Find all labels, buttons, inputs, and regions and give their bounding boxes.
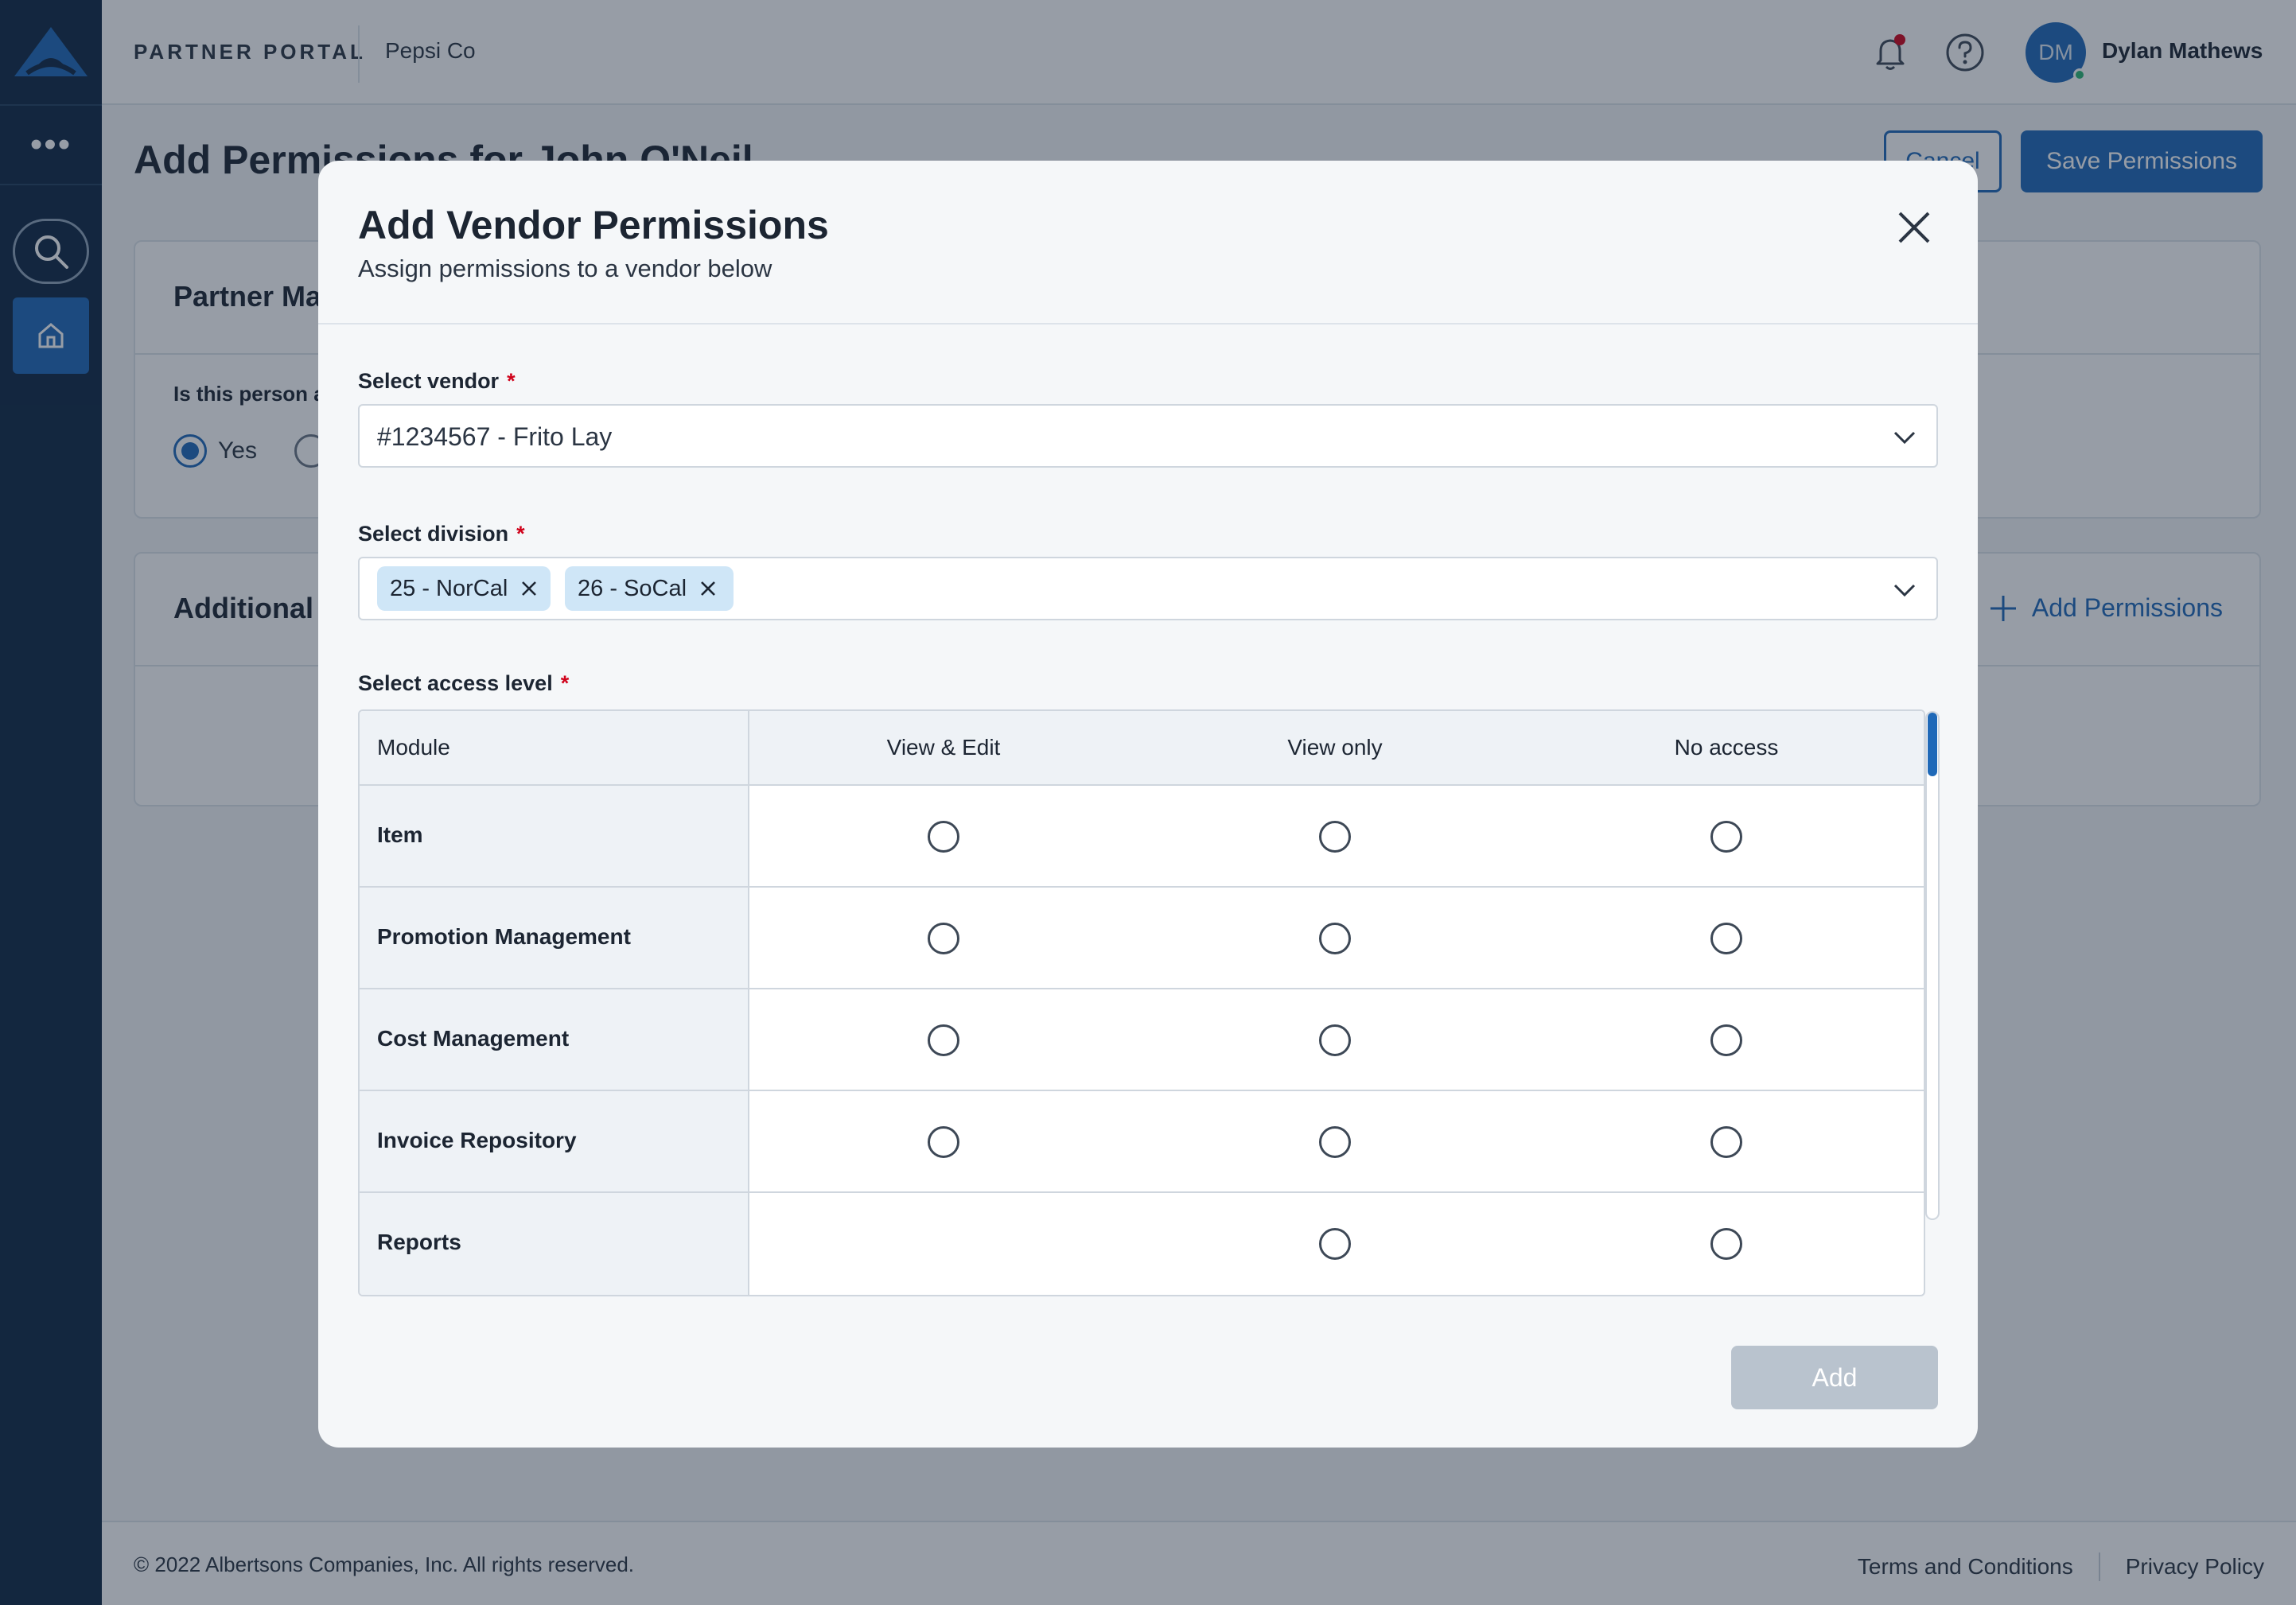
division-label: Select division * — [358, 522, 525, 546]
column-header-view-only: View only — [1287, 735, 1383, 760]
radio-view-only[interactable] — [1319, 1024, 1351, 1056]
chip-label: 25 - NorCal — [390, 575, 508, 601]
module-cell: Invoice Repository — [360, 1091, 748, 1191]
radio-view-edit[interactable] — [928, 821, 959, 853]
access-level-label: Select access level * — [358, 671, 569, 696]
radio-view-only[interactable] — [1319, 1126, 1351, 1158]
close-button[interactable] — [1890, 204, 1938, 251]
column-divider — [748, 711, 749, 1295]
vendor-select-value: #1234567 - Frito Lay — [377, 422, 613, 451]
add-button[interactable]: Add — [1731, 1346, 1938, 1409]
table-row: Invoice Repository — [360, 1091, 1924, 1193]
radio-view-edit[interactable] — [928, 1024, 959, 1056]
table-row: Cost Management — [360, 989, 1924, 1091]
vendor-label: Select vendor * — [358, 369, 516, 394]
column-header-no-access: No access — [1674, 735, 1779, 760]
access-level-label-text: Select access level — [358, 671, 553, 695]
module-cell: Promotion Management — [360, 888, 748, 988]
column-header-view-edit: View & Edit — [886, 735, 1001, 760]
module-name: Reports — [377, 1230, 461, 1254]
radio-view-edit[interactable] — [928, 1126, 959, 1158]
division-label-text: Select division — [358, 522, 509, 546]
radio-no-access[interactable] — [1710, 923, 1742, 954]
table-row: Item — [360, 786, 1924, 888]
modal-title: Add Vendor Permissions — [358, 203, 829, 247]
module-name: Promotion Management — [377, 924, 631, 949]
module-cell: Cost Management — [360, 989, 748, 1090]
chip-label: 26 - SoCal — [578, 575, 687, 601]
radio-view-only[interactable] — [1319, 923, 1351, 954]
module-name: Invoice Repository — [377, 1128, 577, 1152]
close-icon — [1898, 212, 1930, 243]
table-row: Promotion Management — [360, 888, 1924, 989]
required-mark: * — [507, 369, 516, 393]
division-chip: 25 - NorCal — [377, 566, 551, 611]
radio-no-access[interactable] — [1710, 821, 1742, 853]
chevron-down-icon — [1893, 431, 1916, 445]
required-mark: * — [560, 671, 570, 695]
radio-no-access[interactable] — [1710, 1024, 1742, 1056]
module-name: Item — [377, 822, 423, 847]
module-cell: Reports — [360, 1193, 748, 1295]
required-mark: * — [516, 522, 525, 546]
radio-no-access[interactable] — [1710, 1228, 1742, 1260]
column-header-module: Module — [377, 735, 450, 760]
module-cell: Item — [360, 786, 748, 886]
radio-view-only[interactable] — [1319, 1228, 1351, 1260]
modal-subtitle: Assign permissions to a vendor below — [358, 255, 772, 282]
table-header: Module View & Edit View only No access — [360, 711, 1924, 786]
access-level-table: Module View & Edit View only No access I… — [358, 709, 1925, 1296]
module-name: Cost Management — [377, 1026, 570, 1051]
division-select[interactable]: 25 - NorCal 26 - SoCal — [358, 557, 1938, 620]
add-vendor-permissions-modal: Add Vendor Permissions Assign permission… — [318, 161, 1978, 1448]
remove-chip-icon[interactable] — [520, 580, 538, 597]
modal-header: Add Vendor Permissions Assign permission… — [318, 161, 1978, 324]
chevron-down-icon — [1893, 584, 1916, 597]
radio-no-access[interactable] — [1710, 1126, 1742, 1158]
radio-view-edit[interactable] — [928, 923, 959, 954]
vendor-label-text: Select vendor — [358, 369, 500, 393]
table-row: Reports — [360, 1193, 1924, 1295]
scrollbar-thumb[interactable] — [1928, 713, 1937, 776]
table-scrollbar[interactable] — [1925, 711, 1940, 1220]
vendor-select[interactable]: #1234567 - Frito Lay — [358, 404, 1938, 468]
division-chip: 26 - SoCal — [565, 566, 734, 611]
remove-chip-icon[interactable] — [699, 580, 717, 597]
radio-view-only[interactable] — [1319, 821, 1351, 853]
